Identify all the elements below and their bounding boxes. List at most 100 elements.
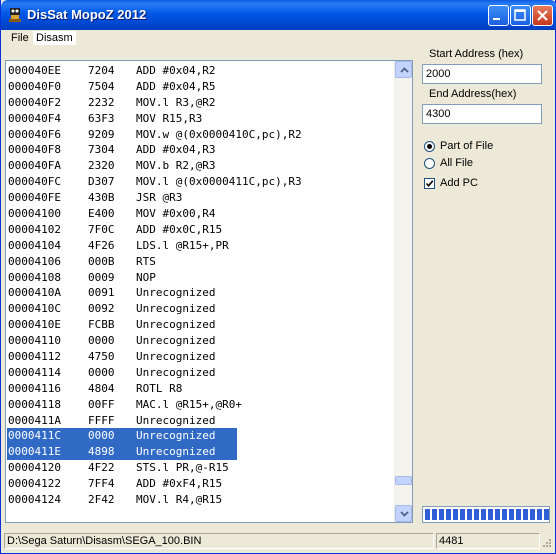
start-address-label: Start Address (hex) [429,48,524,60]
all-file-label[interactable]: All File [440,157,473,169]
progress-block [432,509,437,520]
list-item-ins: ROTL R8 [136,381,183,395]
list-item-ins: RTS [136,254,156,268]
chevron-up-icon [400,67,409,73]
list-item-addr: 00004106 [8,254,61,268]
maximize-button[interactable] [510,5,531,26]
status-file-path: D:\Sega Saturn\Disasm\SEGA_100.BIN [4,533,434,549]
title-bar[interactable]: DisSat MopoZ 2012 [1,0,556,30]
list-item[interactable]: 00004122 7FF4 ADD #0xF4,R15 [7,476,397,492]
list-item[interactable]: 0000411E 4898 Unrecognized [7,444,397,461]
add-pc-checkbox[interactable] [424,178,435,189]
list-item-ins: ADD #0x04,R2 [136,64,216,77]
list-item[interactable]: 0000411C 0000 Unrecognized [7,428,397,445]
list-item[interactable]: 00004114 0000 Unrecognized [7,365,397,381]
list-item-addr: 00004114 [8,365,61,379]
list-item-hex: 0000 [88,365,115,379]
list-item-ins: ADD #0xF4,R15 [136,477,223,491]
list-item[interactable]: 00004120 4F22 STS.l PR,@-R15 [7,460,397,476]
close-button[interactable] [532,5,553,26]
list-item-hex: 0009 [88,270,115,284]
list-item[interactable]: 000040F0 7504 ADD #0x04,R5 [7,79,397,95]
end-address-label: End Address(hex) [429,88,517,100]
list-item-ins: Unrecognized [136,334,216,348]
disassembly-list[interactable]: 000040EE 7204 ADD #0x04,R2 000040F0 7504 ADD … [5,60,413,523]
list-item[interactable]: 0000410E FCBB Unrecognized [7,317,397,333]
list-item-addr: 00004110 [8,334,61,348]
main-window: DisSat MopoZ 2012 File Disasm 000040EE 72… [0,0,556,554]
part-of-file-label[interactable]: Part of File [440,140,493,152]
scroll-down-button[interactable] [395,505,412,522]
list-item[interactable]: 000040F2 2232 MOV.l R3,@R2 [7,95,397,111]
app-icon [9,8,21,22]
list-item[interactable]: 00004124 2F42 MOV.l R4,@R15 [7,492,397,508]
list-item[interactable]: 00004100 E400 MOV #0x00,R4 [7,206,397,222]
list-item-addr: 00004118 [8,397,61,411]
list-item-hex: 000B [88,254,115,268]
minimize-button[interactable] [488,5,509,26]
list-item[interactable]: 00004104 4F26 LDS.l @R15+,PR [7,238,397,254]
progress-block [516,509,521,520]
list-item-ins: Unrecognized [136,302,216,316]
list-item-ins: Unrecognized [136,444,218,461]
list-item[interactable]: 000040EE 7204 ADD #0x04,R2 [7,63,397,79]
list-item-addr: 00004116 [8,381,61,395]
list-item[interactable]: 000040F6 9209 MOV.w @(0x0000410C,pc),R2 [7,127,397,143]
progress-block [425,509,430,520]
progress-block [481,509,486,520]
maximize-icon [514,9,526,21]
vertical-scrollbar[interactable] [394,61,412,522]
list-item[interactable]: 0000411A FFFF Unrecognized [7,413,397,429]
scroll-up-button[interactable] [395,61,412,78]
list-item-addr: 000040FA [8,159,61,173]
list-item[interactable]: 000040FA 2320 MOV.b R2,@R3 [7,158,397,174]
list-item-addr: 00004102 [8,222,61,236]
list-item[interactable]: 00004112 4750 Unrecognized [7,349,397,365]
list-item-ins: MOV.l R4,@R15 [136,493,223,507]
list-item-addr: 000040F2 [8,95,61,109]
progress-block [495,509,500,520]
list-item[interactable]: 00004102 7F0C ADD #0x0C,R15 [7,222,397,238]
menu-file[interactable]: File [8,31,32,45]
radio-dot-icon [427,144,432,149]
progress-block [467,509,472,520]
list-item-addr: 00004120 [8,461,61,475]
list-item-hex: 4750 [88,350,115,364]
list-item[interactable]: 00004110 0000 Unrecognized [7,333,397,349]
list-item[interactable]: 00004116 4804 ROTL R8 [7,381,397,397]
list-item[interactable]: 0000410A 0091 Unrecognized [7,285,397,301]
list-item[interactable]: 000040FC D307 MOV.l @(0x0000411C,pc),R3 [7,174,397,190]
scroll-thumb[interactable] [395,476,412,485]
part-of-file-radio[interactable] [424,141,435,152]
resize-grip-icon[interactable] [540,538,552,550]
minimize-icon [493,18,500,20]
list-item-addr: 000040F6 [8,127,61,141]
list-item[interactable]: 000040FE 430B JSR @R3 [7,190,397,206]
list-item-ins: MOV.w @(0x0000410C,pc),R2 [136,127,302,141]
list-item[interactable]: 00004108 0009 NOP [7,270,397,286]
list-item-hex: 4804 [88,381,115,395]
list-item[interactable]: 000040F4 63F3 MOV R15,R3 [7,111,397,127]
list-item[interactable]: 000040F8 7304 ADD #0x04,R3 [7,142,397,158]
list-item-addr: 00004108 [8,270,61,284]
disassembly-rows: 000040EE 7204 ADD #0x04,R2 000040F0 7504 ADD … [7,63,397,508]
all-file-radio[interactable] [424,158,435,169]
list-item-ins: MOV.b R2,@R3 [136,159,216,173]
start-address-input[interactable]: 2000 [422,64,542,84]
list-item-hex: 7FF4 [88,477,115,491]
list-item[interactable]: 00004118 00FF MAC.l @R15+,@R0+ [7,397,397,413]
list-item-hex: FFFF [88,413,115,427]
list-item-ins: MOV #0x00,R4 [136,207,216,221]
menu-disasm[interactable]: Disasm [33,31,76,45]
end-address-input[interactable]: 4300 [422,104,542,124]
list-item-addr: 000040FC [8,175,61,189]
progress-block [523,509,528,520]
add-pc-label[interactable]: Add PC [440,177,478,189]
list-item[interactable]: 00004106 000B RTS [7,254,397,270]
list-item-ins: NOP [136,270,156,284]
list-item[interactable]: 0000410C 0092 Unrecognized [7,301,397,317]
list-item-addr: 0000411E [8,444,61,461]
list-item-hex: 0092 [88,302,115,316]
list-item-ins: MOV.l R3,@R2 [136,95,216,109]
progress-block [453,509,458,520]
